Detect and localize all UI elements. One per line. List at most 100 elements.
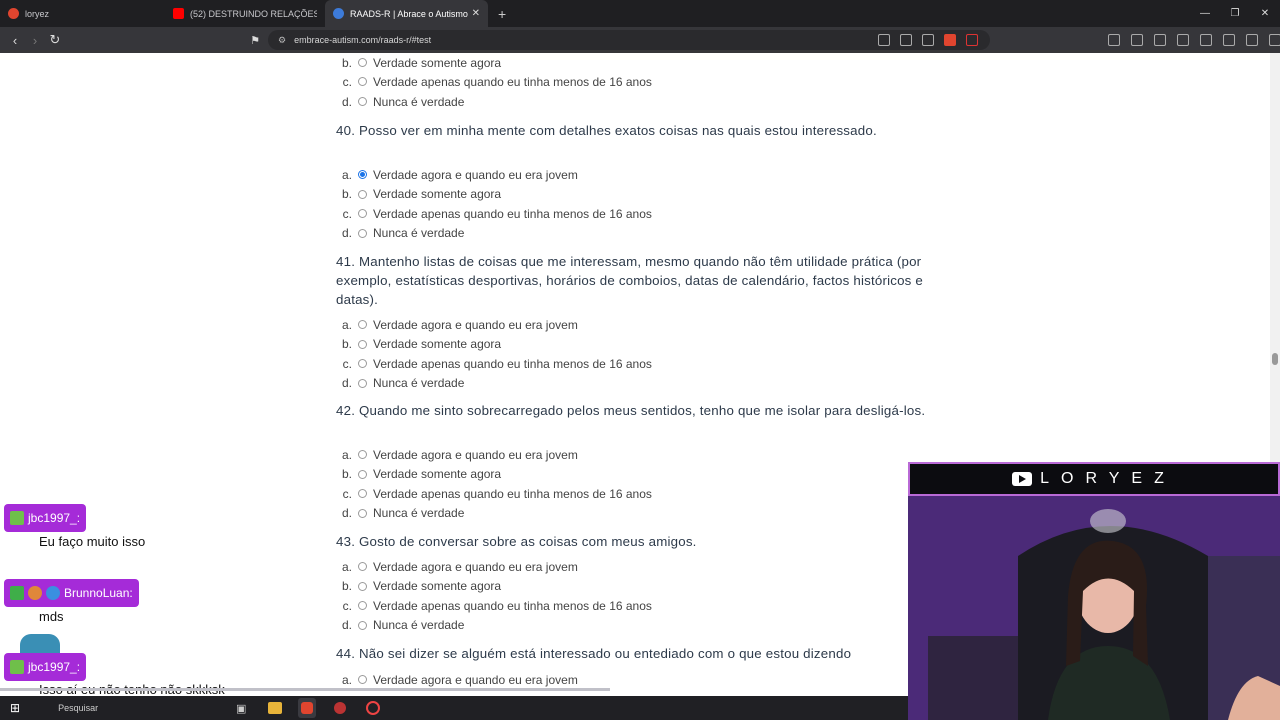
answer-option[interactable]: b. Verdade somente agora bbox=[336, 577, 501, 596]
tab-loryez[interactable]: loryez bbox=[0, 0, 165, 27]
answer-option[interactable]: d. Nunca é verdade bbox=[336, 374, 464, 393]
wallet-icon[interactable] bbox=[1200, 34, 1212, 46]
radio-icon[interactable] bbox=[358, 97, 367, 106]
minimize-icon[interactable]: — bbox=[1190, 0, 1220, 27]
answer-option[interactable]: a. Verdade agora e quando eu era jovem bbox=[336, 557, 578, 576]
taskbar: ⊞ Pesquisar ▣ bbox=[0, 696, 908, 720]
close-window-icon[interactable]: ✕ bbox=[1250, 0, 1280, 27]
back-icon[interactable]: ‹ bbox=[5, 33, 25, 48]
answer-option[interactable]: a. Verdade agora e quando eu era jovem bbox=[336, 315, 578, 334]
radio-icon[interactable] bbox=[358, 320, 367, 329]
tab-label: (52) DESTRUINDO RELAÇÕES EM EVI bbox=[190, 8, 317, 19]
option-prev-c[interactable]: c. Verdade apenas quando eu tinha menos … bbox=[336, 72, 652, 91]
answer-option[interactable]: b. Verdade somente agora bbox=[336, 335, 501, 354]
brave-rewards-icon[interactable] bbox=[966, 34, 978, 46]
scrollbar-thumb[interactable] bbox=[1272, 353, 1278, 365]
question-title: 42. Quando me sinto sobrecarregado pelos… bbox=[336, 403, 926, 418]
answer-option[interactable]: c. Verdade apenas quando eu tinha menos d… bbox=[336, 596, 652, 615]
url-text: embrace-autism.com/raads-r/#test bbox=[294, 35, 432, 45]
share-icon[interactable] bbox=[922, 34, 934, 46]
task-view-icon[interactable]: ▣ bbox=[236, 702, 246, 715]
radio-icon[interactable] bbox=[358, 58, 367, 67]
answer-option[interactable]: d. Nunca é verdade bbox=[336, 504, 464, 523]
option-label: Verdade agora e quando eu era jovem bbox=[373, 167, 578, 182]
tab-raads[interactable]: RAADS-R | Abrace o Autismo ✕ bbox=[325, 0, 488, 27]
option-letter: b. bbox=[341, 467, 352, 481]
chat-message: mds bbox=[36, 608, 67, 625]
menu-icon[interactable] bbox=[1269, 34, 1280, 46]
badge-icon bbox=[46, 586, 60, 600]
app-icon[interactable] bbox=[334, 702, 346, 714]
option-letter: c. bbox=[342, 356, 352, 371]
taskbar-search[interactable]: Pesquisar bbox=[58, 703, 98, 713]
stream-title: LORYEZ bbox=[1040, 470, 1176, 487]
translate-icon[interactable] bbox=[878, 34, 890, 46]
radio-icon[interactable] bbox=[358, 562, 367, 571]
tab-bar: loryez (52) DESTRUINDO RELAÇÕES EM EVI R… bbox=[0, 0, 1280, 27]
radio-icon[interactable] bbox=[358, 620, 367, 630]
extensions-icon[interactable] bbox=[1108, 34, 1120, 46]
answer-option[interactable]: b. Verdade somente agora bbox=[336, 465, 501, 484]
leo-icon[interactable] bbox=[1223, 34, 1235, 46]
radio-selected-icon[interactable] bbox=[358, 170, 367, 179]
option-label: Verdade somente agora bbox=[373, 467, 502, 481]
radio-icon[interactable] bbox=[358, 228, 367, 238]
option-letter: b. bbox=[341, 337, 352, 351]
youtube-logo-icon bbox=[1012, 472, 1033, 486]
option-letter: b. bbox=[341, 55, 352, 70]
answer-option[interactable]: a. Verdade agora e quando eu era jovem bbox=[336, 670, 578, 689]
answer-option[interactable]: b. Verdade somente agora bbox=[336, 185, 501, 204]
option-label: Verdade apenas quando eu tinha menos de … bbox=[373, 74, 652, 89]
forward-icon[interactable]: › bbox=[25, 33, 45, 48]
address-bar[interactable]: ⚙ embrace-autism.com/raads-r/#test bbox=[268, 30, 990, 50]
radio-icon[interactable] bbox=[358, 359, 367, 368]
radio-icon[interactable] bbox=[358, 378, 367, 388]
answer-option[interactable]: c. Verdade apenas quando eu tinha menos d… bbox=[336, 484, 652, 503]
tab-youtube[interactable]: (52) DESTRUINDO RELAÇÕES EM EVI bbox=[165, 0, 325, 27]
file-explorer-icon[interactable] bbox=[268, 702, 282, 714]
brave-shields-icon[interactable] bbox=[944, 34, 956, 46]
site-info-icon[interactable]: ⚙ bbox=[278, 35, 286, 46]
answer-option[interactable]: a. Verdade agora e quando eu era jovem bbox=[336, 445, 578, 464]
answer-option[interactable]: c. Verdade apenas quando eu tinha menos d… bbox=[336, 354, 652, 373]
reload-icon[interactable]: ↻ bbox=[45, 32, 65, 48]
maximize-icon[interactable]: ❐ bbox=[1220, 0, 1250, 27]
option-prev-b[interactable]: b. Verdade somente agora bbox=[336, 53, 501, 72]
chat-message: Eu faço muito isso bbox=[36, 533, 149, 550]
obs-icon[interactable] bbox=[366, 701, 380, 715]
screenshot-icon[interactable] bbox=[1131, 34, 1143, 46]
option-label: Verdade apenas quando eu tinha menos de … bbox=[373, 486, 652, 501]
option-letter: a. bbox=[341, 317, 352, 332]
question-title: 41. Mantenho listas de coisas que me int… bbox=[336, 254, 924, 307]
option-letter: a. bbox=[341, 447, 352, 462]
radio-icon[interactable] bbox=[358, 581, 367, 591]
reader-icon[interactable] bbox=[900, 34, 912, 46]
radio-icon[interactable] bbox=[358, 469, 367, 479]
radio-icon[interactable] bbox=[358, 675, 367, 684]
radio-icon[interactable] bbox=[358, 339, 367, 349]
close-tab-icon[interactable]: ✕ bbox=[472, 8, 480, 19]
radio-icon[interactable] bbox=[358, 508, 367, 518]
radio-icon[interactable] bbox=[358, 489, 367, 498]
media-icon[interactable] bbox=[1154, 34, 1166, 46]
radio-icon[interactable] bbox=[358, 189, 367, 199]
windows-start-icon[interactable]: ⊞ bbox=[10, 701, 20, 715]
bookmark-icon[interactable]: ⚑ bbox=[245, 34, 265, 47]
new-tab-icon[interactable]: + bbox=[488, 6, 516, 22]
option-label: Verdade apenas quando eu tinha menos de … bbox=[373, 356, 652, 371]
radio-icon[interactable] bbox=[358, 77, 367, 86]
answer-option[interactable]: d. Nunca é verdade bbox=[336, 616, 464, 635]
radio-icon[interactable] bbox=[358, 601, 367, 610]
sidebar-icon[interactable] bbox=[1177, 34, 1189, 46]
radio-icon[interactable] bbox=[358, 450, 367, 459]
option-label: Verdade apenas quando eu tinha menos de … bbox=[373, 598, 652, 613]
answer-option[interactable]: c. Verdade apenas quando eu tinha menos d… bbox=[336, 204, 652, 223]
badge-icon bbox=[10, 511, 24, 525]
answer-option[interactable]: a. Verdade agora e quando eu era jovem bbox=[336, 165, 578, 184]
radio-icon[interactable] bbox=[358, 209, 367, 218]
answer-option[interactable]: d. Nunca é verdade bbox=[336, 224, 464, 243]
stream-banner: LORYEZ bbox=[908, 462, 1280, 496]
vpn-icon[interactable] bbox=[1246, 34, 1258, 46]
option-prev-d[interactable]: d. Nunca é verdade bbox=[336, 92, 464, 111]
chat-username: jbc1997_: bbox=[4, 653, 87, 681]
